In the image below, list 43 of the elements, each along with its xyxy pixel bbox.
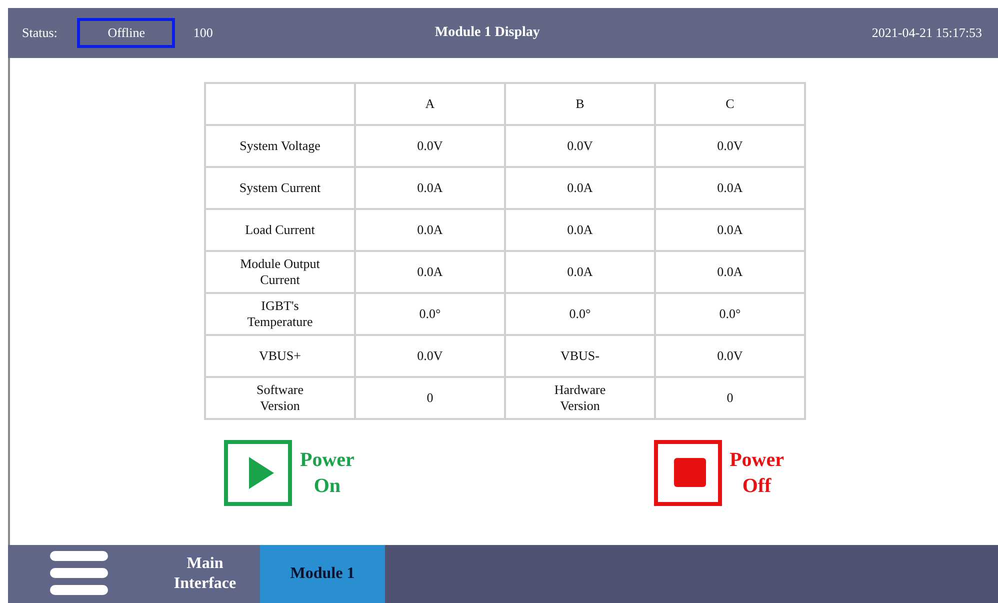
menu-icon[interactable] [50, 551, 108, 597]
table-cell: Hardware Version [505, 377, 655, 419]
table-cell: 0.0° [355, 293, 505, 335]
status-value: Offline [77, 18, 176, 48]
table-cell: 0 [355, 377, 505, 419]
code-text: 100 [193, 25, 213, 41]
table-cell: 0.0A [655, 251, 805, 293]
table-cell: Software Version [205, 377, 355, 419]
table-cell: IGBT's Temperature [205, 293, 355, 335]
status-label: Status: [22, 25, 58, 41]
table-cell: 0.0A [655, 209, 805, 251]
table-cell: 0.0V [655, 335, 805, 377]
nav-tab[interactable]: Main Interface [150, 545, 260, 603]
stop-icon [654, 440, 722, 506]
table-cell: 0.0° [505, 293, 655, 335]
table-cell: 0.0° [655, 293, 805, 335]
table-cell: Load Current [205, 209, 355, 251]
table-header-cell: A [355, 83, 505, 125]
table-cell: System Current [205, 167, 355, 209]
table-cell: 0.0A [655, 167, 805, 209]
table-cell: VBUS+ [205, 335, 355, 377]
table-header-cell: B [505, 83, 655, 125]
table-cell: 0.0V [655, 125, 805, 167]
table-cell: 0.0A [355, 251, 505, 293]
table-cell: 0.0A [355, 167, 505, 209]
table-cell: 0.0A [505, 167, 655, 209]
table-cell: 0.0V [355, 125, 505, 167]
datetime-text: 2021-04-21 15:17:53 [872, 25, 982, 41]
table-cell: Module Output Current [205, 251, 355, 293]
page-title: Module 1 Display [434, 25, 541, 41]
play-icon [224, 440, 292, 506]
nav-tab[interactable]: Module 1 [260, 545, 385, 603]
power-on-button[interactable]: Power On [224, 440, 354, 506]
table-cell: 0.0A [355, 209, 505, 251]
power-off-button[interactable]: Power Off [654, 440, 784, 506]
table-cell: 0.0A [505, 251, 655, 293]
table-cell: VBUS- [505, 335, 655, 377]
table-cell: System Voltage [205, 125, 355, 167]
table-cell: 0.0A [505, 209, 655, 251]
table-cell: 0.0V [505, 125, 655, 167]
table-header-cell: C [655, 83, 805, 125]
table-cell: 0 [655, 377, 805, 419]
table-cell: 0.0V [355, 335, 505, 377]
